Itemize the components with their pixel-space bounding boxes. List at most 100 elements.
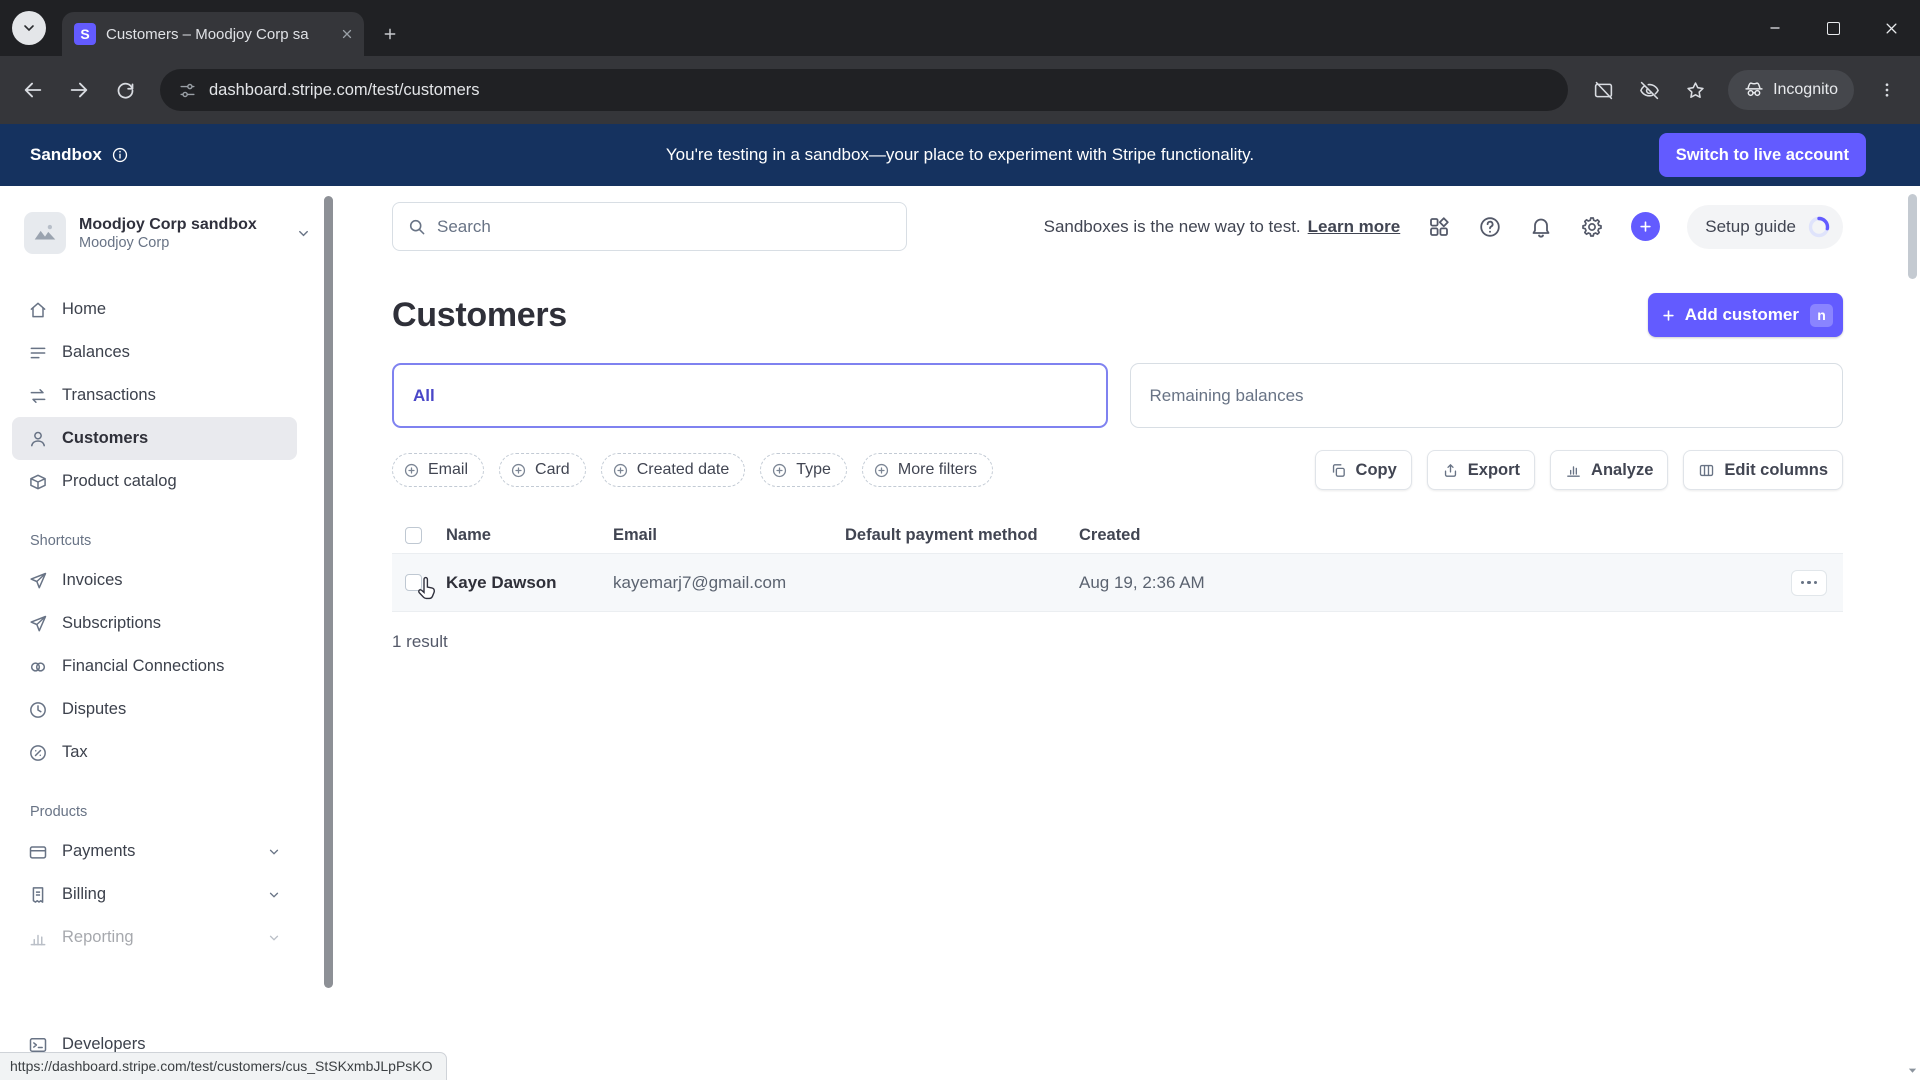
sidebar-item-reporting[interactable]: Reporting xyxy=(12,916,297,959)
site-settings-icon[interactable] xyxy=(178,81,197,100)
circle-plus-icon xyxy=(403,462,420,479)
switch-to-live-button[interactable]: Switch to live account xyxy=(1658,133,1866,177)
browser-tab[interactable]: S Customers – Moodjoy Corp sa xyxy=(62,12,364,56)
maximize-button[interactable] xyxy=(1804,0,1862,56)
search-box[interactable] xyxy=(392,202,907,251)
scroll-down-arrow-icon[interactable] xyxy=(1907,1065,1918,1076)
setup-guide-button[interactable]: Setup guide xyxy=(1687,204,1843,249)
customers-table: Name Email Default payment method Create… xyxy=(392,518,1843,612)
apps-grid-icon[interactable] xyxy=(1427,215,1451,239)
close-button[interactable] xyxy=(1862,0,1920,56)
edit-columns-button[interactable]: Edit columns xyxy=(1683,450,1843,490)
export-button[interactable]: Export xyxy=(1426,450,1536,490)
export-label: Export xyxy=(1467,460,1521,479)
circle-plus-icon xyxy=(612,462,629,479)
main-topbar: Sandboxes is the new way to test. Learn m… xyxy=(392,202,1843,251)
copy-button[interactable]: Copy xyxy=(1314,450,1412,490)
eye-off-icon[interactable] xyxy=(1628,69,1670,111)
sidebar-item-payments[interactable]: Payments xyxy=(12,830,297,873)
account-switcher[interactable]: Moodjoy Corp sandbox Moodjoy Corp xyxy=(0,208,337,258)
back-button[interactable] xyxy=(12,69,54,111)
tab-search-button[interactable] xyxy=(12,11,46,45)
copy-label: Copy xyxy=(1355,460,1397,479)
analyze-button[interactable]: Analyze xyxy=(1550,450,1669,490)
url-bar[interactable]: dashboard.stripe.com/test/customers xyxy=(160,69,1569,111)
sidebar-item-disputes[interactable]: Disputes xyxy=(12,688,297,731)
select-all-checkbox[interactable] xyxy=(405,527,422,544)
reload-button[interactable] xyxy=(104,69,146,111)
sidebar-item-home[interactable]: Home xyxy=(12,288,297,331)
circle-plus-icon xyxy=(873,462,890,479)
cell-email: kayemarj7@gmail.com xyxy=(613,572,787,592)
column-header-payment-method[interactable]: Default payment method xyxy=(845,526,1079,545)
sidebar-scrollbar[interactable] xyxy=(324,196,333,988)
table-actions: Copy Export Analyze Edit columns xyxy=(1314,450,1843,490)
sidebar-item-label: Invoices xyxy=(62,571,123,589)
chevron-down-icon xyxy=(267,931,281,945)
sidebar-item-label: Home xyxy=(62,300,107,318)
filter-pill-created-date[interactable]: Created date xyxy=(600,453,746,487)
sandbox-label-group: Sandbox xyxy=(30,145,129,165)
search-icon xyxy=(407,217,426,236)
add-customer-button[interactable]: Add customer n xyxy=(1647,293,1843,337)
filter-pill-more-filters[interactable]: More filters xyxy=(861,453,994,487)
progress-ring-icon xyxy=(1807,215,1831,239)
incognito-label: Incognito xyxy=(1773,81,1838,98)
scrollbar-thumb[interactable] xyxy=(1908,194,1917,279)
bookmark-star-icon[interactable] xyxy=(1674,69,1716,111)
result-count: 1 result xyxy=(392,632,448,651)
url-text: dashboard.stripe.com/test/customers xyxy=(209,80,480,99)
gear-icon[interactable] xyxy=(1580,215,1604,239)
sidebar-nav: Home Balances Transactions Customers Pro… xyxy=(0,288,337,959)
minimize-button[interactable] xyxy=(1746,0,1804,56)
maximize-icon xyxy=(1826,21,1840,35)
sidebar-item-financial-connections[interactable]: Financial Connections xyxy=(12,645,297,688)
card-icon xyxy=(28,842,48,862)
tab-close-icon[interactable] xyxy=(340,27,354,41)
sidebar-item-transactions[interactable]: Transactions xyxy=(12,374,297,417)
forward-button[interactable] xyxy=(58,69,100,111)
column-header-email[interactable]: Email xyxy=(613,526,845,545)
sidebar-item-label: Transactions xyxy=(62,386,156,404)
box-icon xyxy=(28,472,48,492)
filter-pill-email[interactable]: Email xyxy=(392,453,485,487)
setup-guide-label: Setup guide xyxy=(1705,216,1796,236)
column-header-name[interactable]: Name xyxy=(446,526,613,545)
page-scrollbar[interactable] xyxy=(1905,186,1920,1080)
filter-pill-label: Type xyxy=(796,461,831,478)
learn-more-link[interactable]: Learn more xyxy=(1308,217,1401,236)
tab-all[interactable]: All xyxy=(392,363,1108,428)
sandbox-banner: Sandbox You're testing in a sandbox—your… xyxy=(0,124,1920,186)
browser-menu-icon[interactable] xyxy=(1866,69,1908,111)
filter-pill-type[interactable]: Type xyxy=(760,453,847,487)
sidebar-item-balances[interactable]: Balances xyxy=(12,331,297,374)
browser-titlebar: S Customers – Moodjoy Corp sa xyxy=(0,0,1920,56)
sidebar-item-customers[interactable]: Customers xyxy=(12,417,297,460)
column-header-created[interactable]: Created xyxy=(1079,526,1791,545)
linked-circles-icon xyxy=(28,657,48,677)
table-header: Name Email Default payment method Create… xyxy=(392,518,1843,554)
create-plus-button[interactable] xyxy=(1631,212,1661,241)
help-icon[interactable] xyxy=(1478,215,1502,239)
sidebar-item-billing[interactable]: Billing xyxy=(12,873,297,916)
table-row[interactable]: Kaye Dawson kayemarj7@gmail.com Aug 19, … xyxy=(392,554,1843,612)
cast-off-icon[interactable] xyxy=(1582,69,1624,111)
sidebar-item-invoices[interactable]: Invoices xyxy=(12,559,297,602)
new-tab-button[interactable] xyxy=(382,26,398,42)
filter-pill-card[interactable]: Card xyxy=(499,453,586,487)
sidebar-item-subscriptions[interactable]: Subscriptions xyxy=(12,602,297,645)
row-overflow-button[interactable] xyxy=(1791,569,1827,596)
chevron-down-icon xyxy=(296,226,311,241)
filter-row: Email Card Created date Type More filter… xyxy=(392,450,1843,490)
search-input[interactable] xyxy=(437,216,892,237)
cell-name[interactable]: Kaye Dawson xyxy=(446,573,613,593)
bell-icon[interactable] xyxy=(1529,215,1553,239)
tab-title: Customers – Moodjoy Corp sa xyxy=(106,25,309,43)
page-header: Customers Add customer n xyxy=(392,293,1843,337)
sidebar-item-product-catalog[interactable]: Product catalog xyxy=(12,460,297,503)
sidebar-item-tax[interactable]: Tax xyxy=(12,731,297,774)
sidebar-item-label: Payments xyxy=(62,842,136,860)
tab-remaining-balances[interactable]: Remaining balances xyxy=(1129,363,1843,428)
info-icon[interactable] xyxy=(111,146,129,164)
sandbox-label: Sandbox xyxy=(30,145,102,164)
